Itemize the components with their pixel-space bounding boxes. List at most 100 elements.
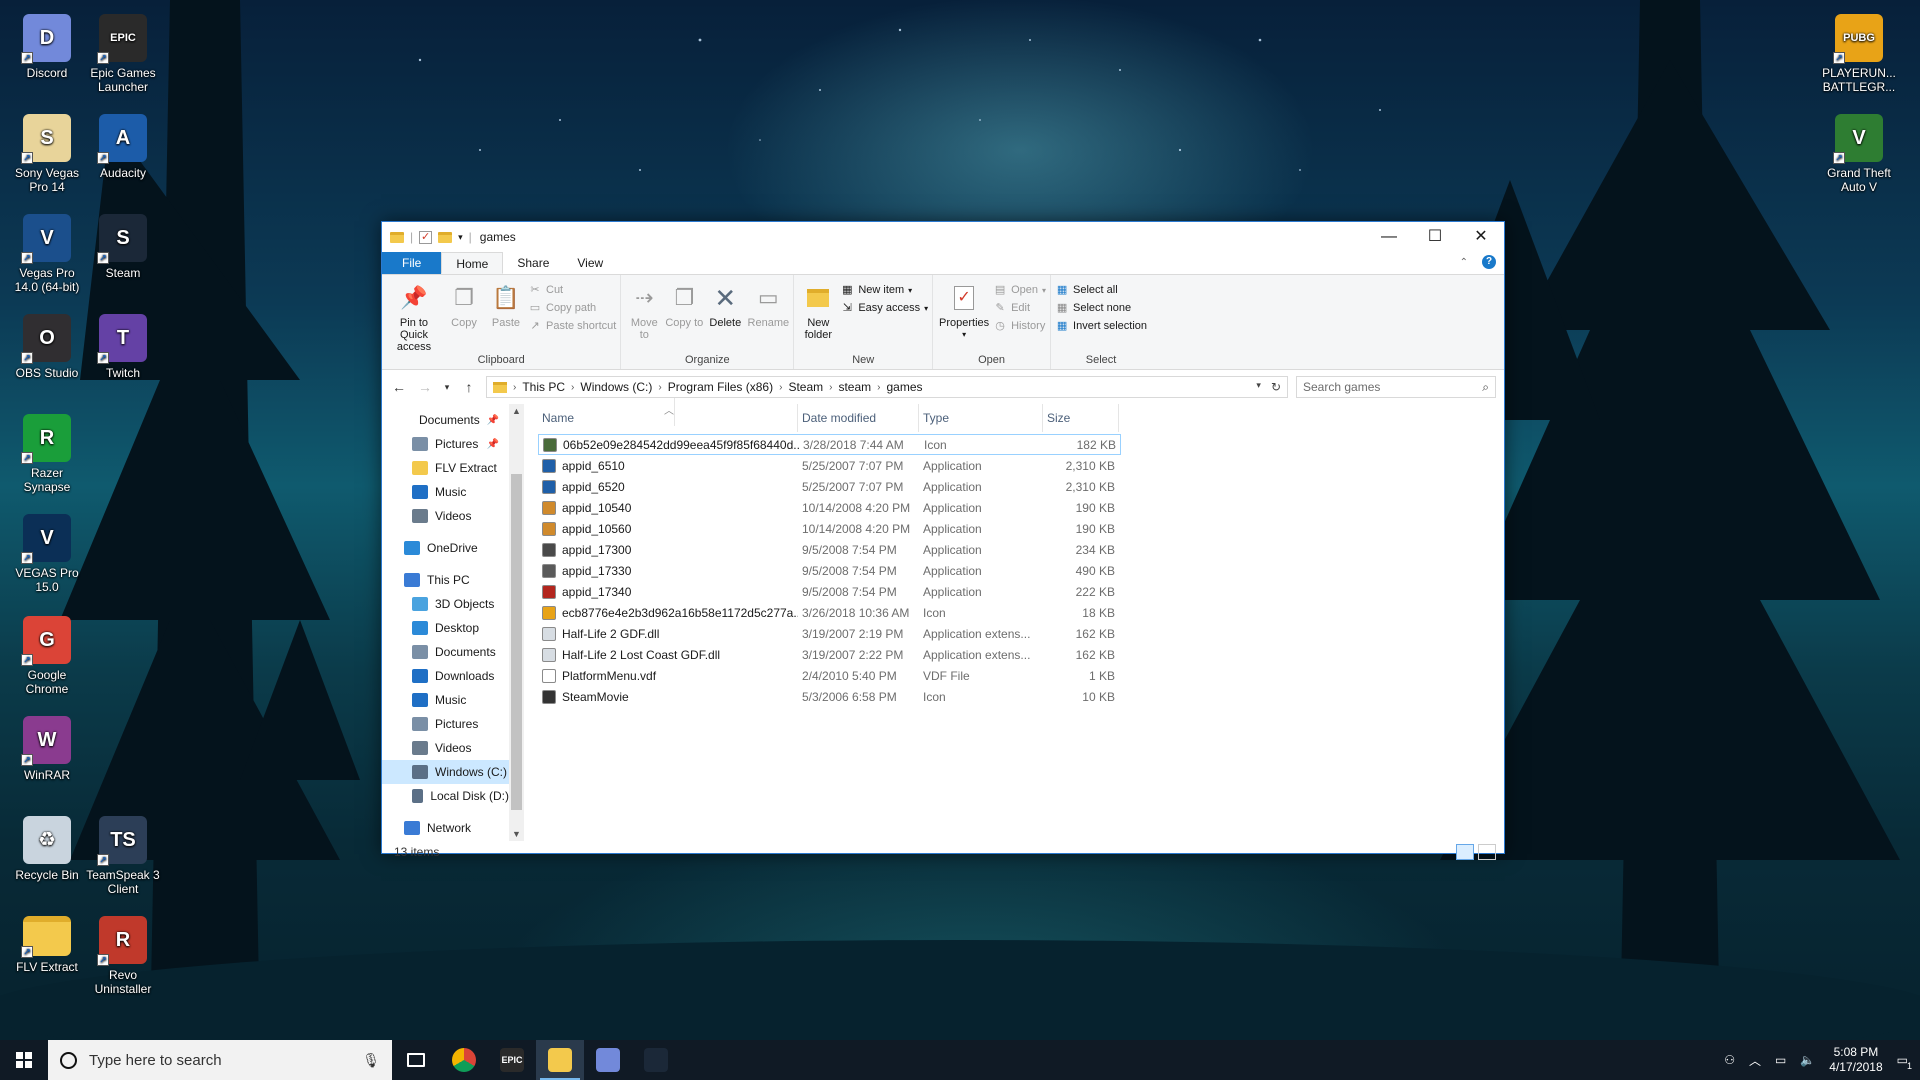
- breadcrumb-separator-icon[interactable]: ›: [658, 382, 661, 393]
- taskbar-app-epic-games[interactable]: EPIC: [488, 1040, 536, 1080]
- taskbar-search[interactable]: Type here to search 🎙: [48, 1040, 392, 1080]
- scroll-up-icon[interactable]: ▲: [509, 406, 524, 416]
- close-icon[interactable]: ✕: [1458, 222, 1504, 252]
- refresh-icon[interactable]: ↻: [1271, 380, 1281, 394]
- this-pc-item[interactable]: 3D Objects: [382, 592, 509, 616]
- column-type[interactable]: Type: [919, 404, 1043, 432]
- file-row[interactable]: appid_17330 9/5/2008 7:54 PM Application 49…: [538, 560, 1121, 581]
- large-icons-view-icon[interactable]: [1478, 844, 1496, 860]
- properties-button[interactable]: ✓ Properties ▾: [937, 279, 991, 353]
- breadcrumb-item[interactable]: steam: [838, 380, 871, 394]
- file-row[interactable]: Half-Life 2 GDF.dll 3/19/2007 2:19 PM Appl…: [538, 623, 1121, 644]
- delete-button[interactable]: ✕ Delete: [705, 279, 745, 353]
- desktop-shortcut[interactable]: S ↗ Sony Vegas Pro 14: [8, 110, 86, 194]
- tab-home[interactable]: Home: [441, 252, 504, 274]
- scrollbar-thumb[interactable]: [511, 474, 522, 810]
- address-bar[interactable]: › This PC › Windows (C:) › Program Files (x8…: [486, 376, 1288, 398]
- desktop-shortcut[interactable]: V ↗ VEGAS Pro 15.0: [8, 510, 86, 594]
- pin-to-quick-access-button[interactable]: 📌 Pin to Quick access: [386, 279, 442, 354]
- desktop-shortcut[interactable]: S ↗ Steam: [84, 210, 162, 280]
- paste-button[interactable]: 📋 Paste: [486, 279, 526, 353]
- file-row[interactable]: appid_17340 9/5/2008 7:54 PM Application 22…: [538, 581, 1121, 602]
- maximize-icon[interactable]: ☐: [1412, 222, 1458, 252]
- this-pc-item[interactable]: Videos: [382, 736, 509, 760]
- collapse-ribbon-icon[interactable]: ⌃: [1460, 257, 1468, 268]
- file-row[interactable]: appid_17300 9/5/2008 7:54 PM Application 23…: [538, 539, 1121, 560]
- file-row[interactable]: appid_10560 10/14/2008 4:20 PM Application…: [538, 518, 1121, 539]
- minimize-icon[interactable]: —: [1366, 222, 1412, 252]
- invert-selection-button[interactable]: ▦ Invert selection: [1055, 319, 1147, 333]
- tab-share[interactable]: Share: [503, 252, 563, 274]
- show-hidden-icons-icon[interactable]: ︿: [1749, 1052, 1761, 1069]
- this-pc-item[interactable]: Pictures: [382, 712, 509, 736]
- people-icon[interactable]: ⚇: [1724, 1053, 1735, 1067]
- quick-access-item[interactable]: Music: [382, 480, 509, 504]
- breadcrumb-separator-icon[interactable]: ›: [877, 382, 880, 393]
- tab-file[interactable]: File: [382, 252, 442, 274]
- select-all-button[interactable]: ▦ Select all: [1055, 283, 1147, 297]
- this-pc-item[interactable]: Windows (C:): [382, 760, 509, 784]
- details-view-icon[interactable]: [1456, 844, 1474, 860]
- desktop-shortcut[interactable]: O ↗ OBS Studio: [8, 310, 86, 380]
- copy-path-button[interactable]: ▭ Copy path: [528, 301, 616, 315]
- desktop-shortcut[interactable]: A ↗ Audacity: [84, 110, 162, 180]
- edit-button[interactable]: ✎ Edit: [993, 301, 1046, 315]
- this-pc-item[interactable]: Local Disk (D:): [382, 784, 509, 808]
- search-input[interactable]: Search games ⌕: [1296, 376, 1496, 398]
- file-row[interactable]: appid_6510 5/25/2007 7:07 PM Application 2,…: [538, 455, 1121, 476]
- nav-item-this-pc[interactable]: This PC: [382, 568, 509, 592]
- breadcrumb-item[interactable]: Windows (C:): [580, 380, 652, 394]
- file-row[interactable]: appid_10540 10/14/2008 4:20 PM Application…: [538, 497, 1121, 518]
- clock[interactable]: 5:08 PM 4/17/2018: [1829, 1045, 1882, 1075]
- file-row[interactable]: PlatformMenu.vdf 2/4/2010 5:40 PM VDF File…: [538, 665, 1121, 686]
- quick-access-item[interactable]: Videos: [382, 504, 509, 528]
- move-to-button[interactable]: ⇢ Move to: [625, 279, 663, 353]
- taskbar-app-chrome[interactable]: [440, 1040, 488, 1080]
- nav-item-onedrive[interactable]: OneDrive: [382, 536, 509, 560]
- desktop-shortcut[interactable]: R ↗ Razer Synapse: [8, 410, 86, 494]
- properties-icon[interactable]: ✓: [419, 230, 433, 244]
- breadcrumb-separator-icon[interactable]: ›: [779, 382, 782, 393]
- taskbar-app-file-explorer[interactable]: [536, 1040, 584, 1080]
- quick-access-item[interactable]: Documents 📌: [382, 408, 509, 432]
- customize-toolbar-icon[interactable]: ▾: [458, 232, 463, 243]
- desktop-shortcut[interactable]: ♻ Recycle Bin: [8, 812, 86, 882]
- rename-button[interactable]: ▭ Rename: [747, 279, 790, 353]
- this-pc-item[interactable]: Desktop: [382, 616, 509, 640]
- nav-scrollbar[interactable]: ▲ ▼: [509, 404, 524, 841]
- desktop-shortcut[interactable]: R ↗ Revo Uninstaller: [84, 912, 162, 996]
- back-arrow-icon[interactable]: ←: [390, 379, 408, 395]
- breadcrumb-separator-icon[interactable]: ›: [571, 382, 574, 393]
- cut-button[interactable]: ✂ Cut: [528, 283, 616, 297]
- desktop-shortcut[interactable]: PUBG ↗ PLAYERUN... BATTLEGR...: [1820, 10, 1898, 94]
- recent-locations-icon[interactable]: ▾: [442, 382, 452, 393]
- history-button[interactable]: ◷ History: [993, 319, 1046, 333]
- new-item-button[interactable]: ▦ New item ▾: [840, 283, 928, 297]
- this-pc-item[interactable]: Music: [382, 688, 509, 712]
- title-bar[interactable]: | ✓ ▾ | games — ☐ ✕: [382, 222, 1504, 252]
- forward-arrow-icon[interactable]: →: [416, 379, 434, 395]
- breadcrumb-item[interactable]: games: [887, 380, 923, 394]
- column-date-modified[interactable]: Date modified: [798, 404, 919, 432]
- file-row[interactable]: SteamMovie 5/3/2006 6:58 PM Icon 10 KB: [538, 686, 1121, 707]
- taskbar-app-task-view[interactable]: [392, 1040, 440, 1080]
- quick-access-item[interactable]: FLV Extract: [382, 456, 509, 480]
- microphone-icon[interactable]: 🎙: [362, 1052, 380, 1069]
- open-button[interactable]: ▤ Open ▾: [993, 283, 1046, 297]
- copy-to-button[interactable]: ❐ Copy to: [665, 279, 703, 353]
- network-icon[interactable]: ▭: [1775, 1053, 1786, 1067]
- desktop-shortcut[interactable]: EPIC ↗ Epic Games Launcher: [84, 10, 162, 94]
- scroll-down-icon[interactable]: ▼: [509, 829, 524, 839]
- desktop-shortcut[interactable]: W ↗ WinRAR: [8, 712, 86, 782]
- desktop-shortcut[interactable]: G ↗ Google Chrome: [8, 612, 86, 696]
- taskbar-app-discord[interactable]: [584, 1040, 632, 1080]
- breadcrumb-separator-icon[interactable]: ›: [829, 382, 832, 393]
- desktop-shortcut[interactable]: ↗ FLV Extract: [8, 912, 86, 974]
- start-button[interactable]: [0, 1040, 48, 1080]
- this-pc-item[interactable]: Downloads: [382, 664, 509, 688]
- quick-access-item[interactable]: Pictures 📌: [382, 432, 509, 456]
- new-folder-button[interactable]: New folder: [798, 279, 838, 353]
- file-row[interactable]: appid_6520 5/25/2007 7:07 PM Application 2,…: [538, 476, 1121, 497]
- copy-button[interactable]: ❐ Copy: [444, 279, 484, 353]
- breadcrumb-item[interactable]: This PC: [522, 380, 565, 394]
